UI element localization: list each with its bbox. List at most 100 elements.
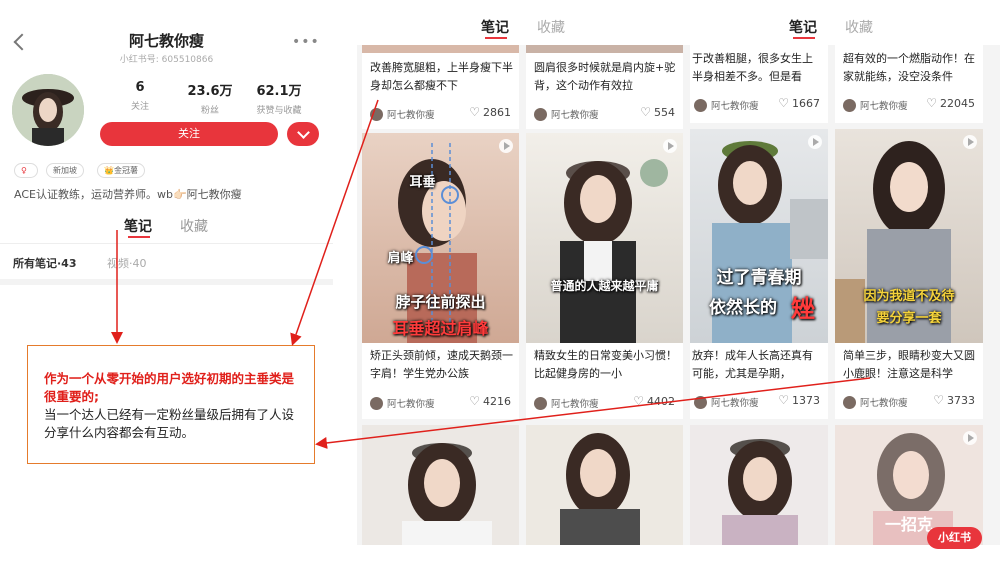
author-avatar xyxy=(694,396,707,409)
note-card[interactable]: 于改善粗腿，很多女生上半身相差不多。但是看 阿七教你瘦 ♡ 1667 xyxy=(690,45,828,123)
stat-value: 62.1万 xyxy=(256,84,302,99)
note-author[interactable]: 阿七教你瘦 xyxy=(370,396,435,410)
profile-bio: ACE认证教练，运动营养师。wb👉🏻阿七教你瘦 xyxy=(14,188,242,201)
filter-all-notes[interactable]: 所有笔记·43 xyxy=(13,255,77,271)
note-author[interactable]: 阿七教你瘦 xyxy=(534,107,599,121)
author-name: 阿七教你瘦 xyxy=(860,101,908,112)
author-name: 阿七教你瘦 xyxy=(387,399,435,410)
overlay-text: 要分享一套 xyxy=(876,311,942,326)
note-author[interactable]: 阿七教你瘦 xyxy=(843,98,908,112)
overlay-text: 因为我道不及待 xyxy=(863,289,955,304)
profile-name: 阿七教你瘦 xyxy=(128,32,204,50)
author-name: 阿七教你瘦 xyxy=(711,398,759,409)
like-value: 1667 xyxy=(792,97,820,110)
like-count[interactable]: ♡ 3733 xyxy=(933,393,975,407)
like-count[interactable]: ♡ 22045 xyxy=(926,96,975,110)
gender-icon: ♀ xyxy=(14,163,38,178)
overlay-text: 脖子往前探出 xyxy=(395,293,486,311)
overlay-text: 耳垂 xyxy=(409,175,436,190)
like-value: 4402 xyxy=(647,395,675,408)
annotation-body: 当一个达人已经有一定粉丝量级后拥有了人设分享什么内容都会有互动。 xyxy=(44,407,295,440)
note-card[interactable]: 圆肩很多时候就是肩内旋+驼背，这个动作有效拉 阿七教你瘦 ♡ 554 xyxy=(526,45,683,129)
note-thumbnail xyxy=(560,433,640,545)
divider xyxy=(0,243,333,244)
note-author[interactable]: 阿七教你瘦 xyxy=(694,98,759,112)
like-count[interactable]: ♡ 4216 xyxy=(469,394,511,408)
overlay-text: 普通的人越来越平庸 xyxy=(550,279,659,293)
video-play-icon xyxy=(963,431,977,445)
note-card[interactable] xyxy=(362,425,519,545)
author-avatar xyxy=(370,108,383,121)
author-name: 阿七教你瘦 xyxy=(711,101,759,112)
note-card[interactable] xyxy=(690,425,828,545)
tab-underline xyxy=(793,37,815,39)
like-value: 1373 xyxy=(792,394,820,407)
tab-underline xyxy=(128,236,150,238)
divider xyxy=(0,279,333,285)
note-caption: 精致女生的日常变美小习惯！比起健身房的一小 xyxy=(534,349,677,380)
filter-videos[interactable]: 视频·40 xyxy=(107,255,147,271)
avatar[interactable] xyxy=(12,74,84,146)
overlay-text: 过了青春期 xyxy=(716,268,802,288)
annotation-box: 作为一个从零开始的用户选好初期的主垂类是很重要的; 当一个达人已经有一定粉丝量级… xyxy=(27,345,315,464)
feed-tab-collections[interactable]: 收藏 xyxy=(845,17,873,37)
like-count[interactable]: ♡ 2861 xyxy=(469,105,511,119)
note-author[interactable]: 阿七教你瘦 xyxy=(694,395,759,409)
crown-icon: 👑 xyxy=(104,166,114,175)
stat-label: 粉丝 xyxy=(200,106,219,116)
level-tag-label: 金冠薯 xyxy=(113,166,138,175)
author-avatar xyxy=(370,397,383,410)
feed-tab-notes[interactable]: 笔记 xyxy=(481,17,509,37)
note-caption: 圆肩很多时候就是肩内旋+驼背，这个动作有效拉 xyxy=(534,61,676,92)
overlay-text: 矬 xyxy=(791,295,815,323)
like-count[interactable]: ♡ 1667 xyxy=(778,96,820,110)
note-card[interactable] xyxy=(526,425,683,545)
like-count[interactable]: ♡ 1373 xyxy=(778,393,820,407)
feed-tab-collections[interactable]: 收藏 xyxy=(537,17,565,37)
heart-icon: ♡ xyxy=(778,393,789,407)
like-count[interactable]: ♡ 554 xyxy=(640,105,675,119)
more-options-icon[interactable]: ••• xyxy=(292,34,320,50)
heart-icon: ♡ xyxy=(933,393,944,407)
stat-following[interactable]: 6 关注 xyxy=(105,80,175,112)
heart-icon: ♡ xyxy=(469,394,480,408)
heart-icon: ♡ xyxy=(640,105,651,119)
stat-followers[interactable]: 23.6万 粉丝 xyxy=(175,80,245,116)
video-play-icon xyxy=(808,135,822,149)
follow-button[interactable]: 关注 xyxy=(100,122,278,146)
note-card[interactable]: 超有效的一个燃脂动作！在家就能练，没空没条件 阿七教你瘦 ♡ 22045 xyxy=(835,45,983,123)
author-avatar xyxy=(843,99,856,112)
note-thumbnail xyxy=(526,45,683,53)
profile-id: 小红书号: 605510866 xyxy=(119,55,214,65)
annotation-emphasis: 作为一个从零开始的用户选好初期的主垂类是很重要的; xyxy=(44,371,295,404)
note-card[interactable]: 耳垂 肩峰 脖子往前探出 耳垂超过肩峰 矫正头颈前倾，速成天鹅颈一字肩！学生党办… xyxy=(362,133,519,419)
author-avatar xyxy=(534,397,547,410)
tab-underline xyxy=(485,37,507,39)
like-count[interactable]: ♡ 4402 xyxy=(633,394,675,408)
note-author[interactable]: 阿七教你瘦 xyxy=(370,107,435,121)
note-thumbnail xyxy=(402,443,492,545)
stat-likes-collects[interactable]: 62.1万 获赞与收藏 xyxy=(244,80,314,116)
author-avatar xyxy=(843,396,856,409)
note-caption: 超有效的一个燃脂动作！在家就能练，没空没条件 xyxy=(843,52,975,83)
author-avatar xyxy=(694,99,707,112)
note-card[interactable]: 过了青春期 依然长的 矬 放弃！成年人长高还真有可能，尤其是孕期， 阿七教你瘦 … xyxy=(690,129,828,419)
heart-icon: ♡ xyxy=(926,96,937,110)
stat-value: 23.6万 xyxy=(187,84,233,99)
chevron-down-icon[interactable] xyxy=(287,122,319,146)
note-caption: 矫正头颈前倾，速成天鹅颈一字肩！学生党办公族 xyxy=(370,349,513,380)
note-thumbnail xyxy=(722,439,798,545)
author-name: 阿七教你瘦 xyxy=(551,110,599,121)
note-caption: 于改善粗腿，很多女生上半身相差不多。但是看 xyxy=(692,52,813,83)
note-card[interactable]: 因为我道不及待 要分享一套 简单三步，眼睛秒变大又圆小鹿眼！注意这是科学 阿七教… xyxy=(835,129,983,419)
tab-notes[interactable]: 笔记 xyxy=(124,216,152,236)
tab-collections[interactable]: 收藏 xyxy=(180,216,208,236)
note-author[interactable]: 阿七教你瘦 xyxy=(843,395,908,409)
note-card[interactable]: 普通的人越来越平庸 精致女生的日常变美小习惯！比起健身房的一小 阿七教你瘦 ♡ 4… xyxy=(526,133,683,419)
note-author[interactable]: 阿七教你瘦 xyxy=(534,396,599,410)
note-card[interactable]: 改善胯宽腿粗，上半身瘦下半身却怎么都瘦不下 阿七教你瘦 ♡ 2861 xyxy=(362,45,519,129)
like-value: 554 xyxy=(654,106,675,119)
stat-label: 获赞与收藏 xyxy=(256,106,302,116)
feed-tab-notes[interactable]: 笔记 xyxy=(789,17,817,37)
author-name: 阿七教你瘦 xyxy=(387,110,435,121)
